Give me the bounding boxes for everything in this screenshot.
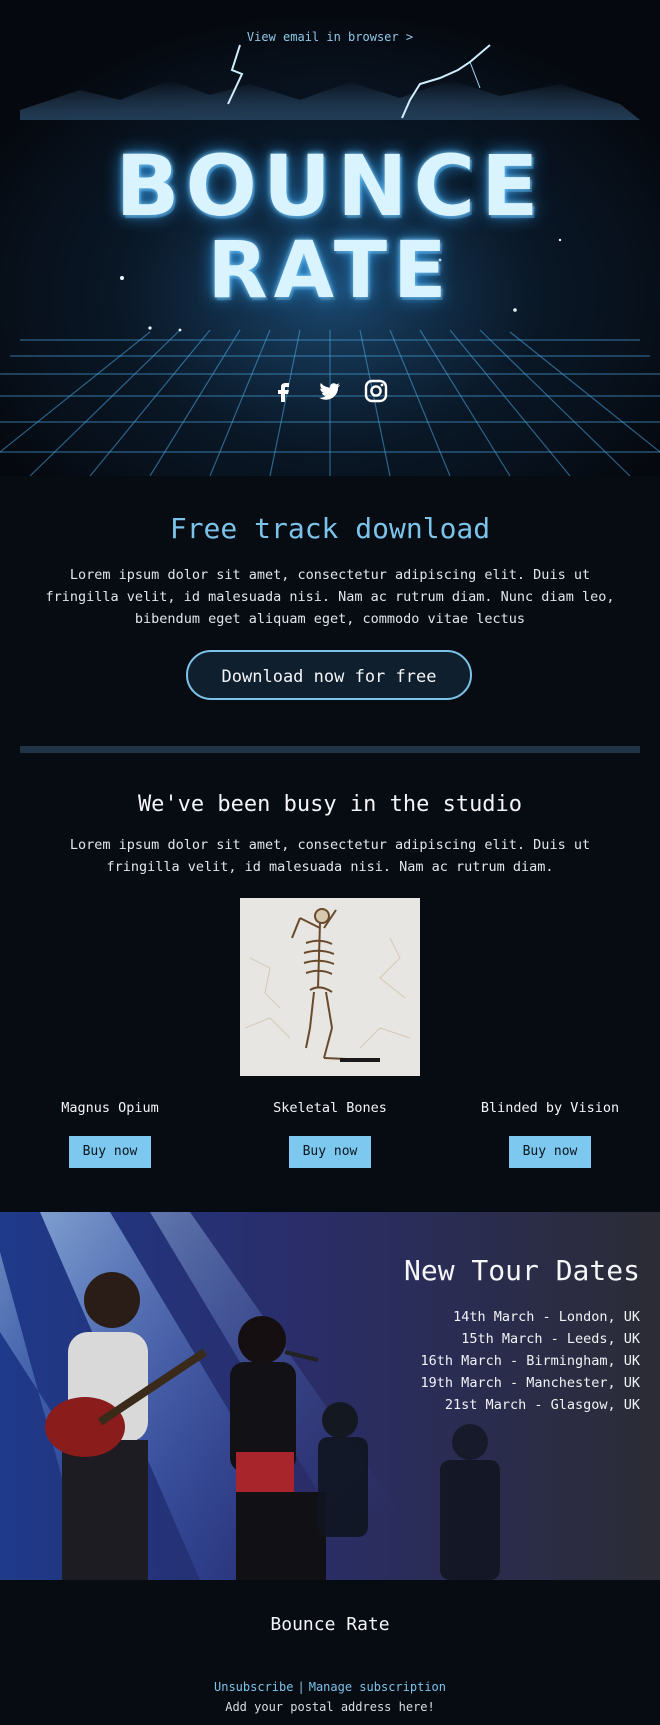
album-name: Magnus Opium — [61, 1100, 159, 1116]
tour-section: New Tour Dates 14th March - London, UK 1… — [0, 1212, 660, 1580]
tour-date-item: 15th March - Leeds, UK — [461, 1331, 640, 1347]
section-divider — [20, 746, 640, 753]
logo-line-2: RATE — [207, 226, 453, 316]
album-item-skeletal-bones: Skeletal Bones Buy now — [220, 1100, 440, 1168]
album-item-blinded-by-vision: Blinded by Vision Buy now — [440, 1100, 660, 1168]
download-free-button[interactable]: Download now for free — [186, 650, 472, 700]
social-links — [0, 378, 660, 404]
album-name: Skeletal Bones — [273, 1100, 387, 1116]
album-artwork — [240, 898, 420, 1076]
free-track-text: Lorem ipsum dolor sit amet, consectetur … — [45, 567, 615, 627]
hero-banner: View email in browser > BOUNCE RATE — [0, 0, 660, 476]
album-name: Blinded by Vision — [480, 1100, 620, 1116]
buy-now-button[interactable]: Buy now — [289, 1136, 371, 1168]
view-in-browser-link[interactable]: View email in browser > — [0, 30, 660, 44]
footer-brand: Bounce Rate — [270, 1614, 390, 1635]
logo-line-1: BOUNCE — [115, 137, 545, 235]
manage-subscription-link[interactable]: Manage subscription — [309, 1680, 446, 1694]
instagram-icon[interactable] — [363, 378, 389, 404]
tour-date-item: 14th March - London, UK — [453, 1309, 640, 1325]
free-track-section: Free track download Lorem ipsum dolor si… — [0, 476, 660, 748]
tour-date-item: 21st March - Glasgow, UK — [444, 1397, 640, 1413]
free-track-title: Free track download — [169, 512, 491, 545]
link-separator: | — [297, 1680, 305, 1694]
buy-now-button[interactable]: Buy now — [509, 1136, 591, 1168]
studio-text: Lorem ipsum dolor sit amet, consectetur … — [69, 837, 591, 875]
twitter-icon[interactable] — [317, 378, 343, 404]
album-item-magnus-opium: Magnus Opium Buy now — [0, 1100, 220, 1168]
band-logo: BOUNCE RATE — [0, 140, 660, 310]
tour-date-item: 19th March - Manchester, UK — [420, 1375, 640, 1391]
footer: Bounce Rate Unsubscribe | Manage subscript… — [0, 1580, 660, 1725]
buy-now-button[interactable]: Buy now — [69, 1136, 151, 1168]
studio-title: We've been busy in the studio — [137, 792, 523, 817]
email-page: View email in browser > BOUNCE RATE Free… — [0, 0, 660, 1725]
postal-address: Add your postal address here! — [225, 1700, 435, 1714]
tour-title: New Tour Dates — [403, 1254, 640, 1287]
tour-dates-list: 14th March - London, UK 15th March - Lee… — [421, 1306, 640, 1416]
tour-date-item: 16th March - Birmingham, UK — [420, 1353, 640, 1369]
facebook-icon[interactable] — [271, 378, 297, 404]
footer-links: Unsubscribe | Manage subscription — [0, 1680, 660, 1694]
unsubscribe-link[interactable]: Unsubscribe — [214, 1680, 293, 1694]
